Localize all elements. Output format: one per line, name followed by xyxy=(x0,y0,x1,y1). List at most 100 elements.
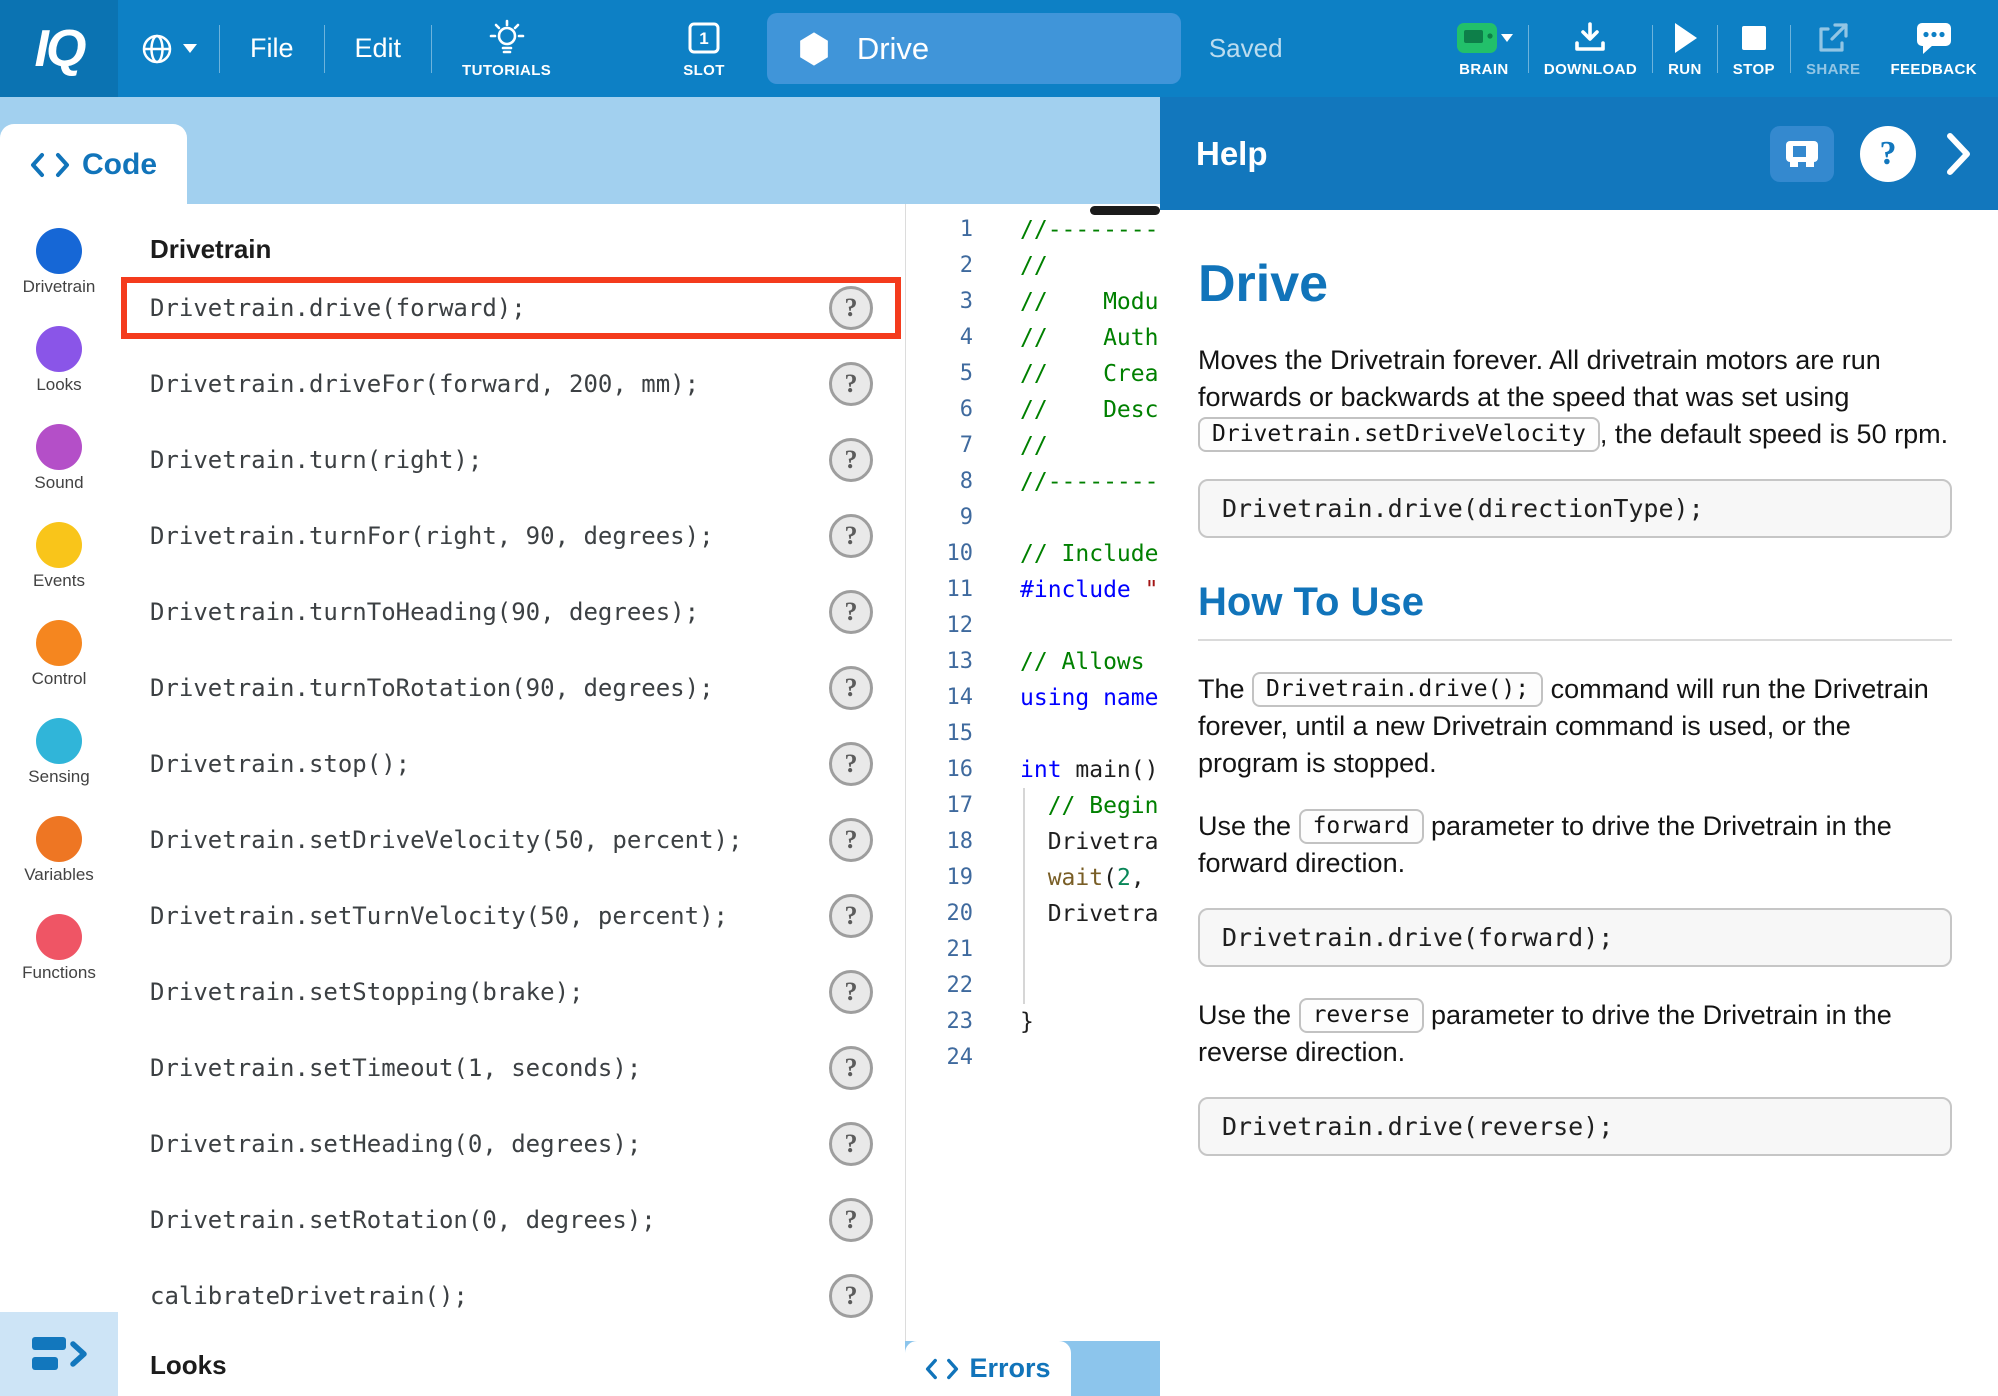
help-intro-paragraph: Moves the Drivetrain forever. All drivet… xyxy=(1198,342,1952,453)
save-status: Saved xyxy=(1209,33,1283,64)
sidebar-item-functions[interactable]: Functions xyxy=(22,914,96,983)
code-line: 4// Auth xyxy=(906,320,1160,356)
code-line: 6// Desc xyxy=(906,392,1160,428)
command-help-button[interactable]: ? xyxy=(829,894,873,938)
command-help-button[interactable]: ? xyxy=(829,742,873,786)
sidebar-item-events[interactable]: Events xyxy=(33,522,85,591)
line-number: 20 xyxy=(906,896,973,932)
brain-info-button[interactable] xyxy=(1770,126,1834,182)
command-row[interactable]: Drivetrain.stop();? xyxy=(118,726,905,802)
code-line-text: using name xyxy=(973,680,1158,716)
code-line: 23} xyxy=(906,1004,1160,1040)
stop-button[interactable]: STOP xyxy=(1718,19,1790,78)
command-row[interactable]: Drivetrain.driveFor(forward, 200, mm);? xyxy=(118,346,905,422)
file-menu[interactable]: File xyxy=(220,33,324,64)
blocks-toggle-button[interactable] xyxy=(0,1312,118,1396)
share-button[interactable]: SHARE xyxy=(1791,19,1876,78)
code-line-text: // Desc xyxy=(973,392,1158,428)
command-help-button[interactable]: ? xyxy=(829,514,873,558)
control-category-icon xyxy=(36,620,82,666)
code-line-text: //------------------------- xyxy=(973,464,1160,500)
doc-title: Drive xyxy=(1198,254,1952,314)
inline-code-chip: forward xyxy=(1299,809,1424,844)
tutorials-button[interactable]: TUTORIALS xyxy=(446,19,567,79)
project-name-button[interactable]: Drive xyxy=(767,13,1181,84)
line-number: 19 xyxy=(906,860,973,896)
help-header: Help ? xyxy=(1160,97,1998,210)
command-label: Drivetrain.turn(right); xyxy=(150,446,482,474)
code-line: 16int main() { xyxy=(906,752,1160,788)
sidebar-item-variables[interactable]: Variables xyxy=(24,816,94,885)
language-menu[interactable] xyxy=(118,32,219,66)
command-help-button[interactable]: ? xyxy=(829,666,873,710)
edit-menu[interactable]: Edit xyxy=(325,33,432,64)
command-row[interactable]: Drivetrain.setStopping(brake);? xyxy=(118,954,905,1030)
command-row[interactable]: Drivetrain.drive(forward);? xyxy=(118,270,905,346)
help-panel-title: Help xyxy=(1196,135,1268,173)
code-line: 19 wait(2, xyxy=(906,860,1160,896)
brain-button[interactable]: BRAIN xyxy=(1440,19,1528,78)
help-question-button[interactable]: ? xyxy=(1860,126,1916,182)
command-row[interactable]: Drivetrain.turn(right);? xyxy=(118,422,905,498)
help-paragraph: Use the reverse parameter to drive the D… xyxy=(1198,997,1952,1071)
horizontal-scrollbar[interactable] xyxy=(1090,206,1160,215)
command-row[interactable]: calibrateDrivetrain();? xyxy=(118,1258,905,1334)
code-example: Drivetrain.drive(forward); xyxy=(1198,908,1952,967)
code-line: 1//------------------------- xyxy=(906,212,1160,248)
category-label: Events xyxy=(33,571,85,591)
lightbulb-icon xyxy=(488,19,526,57)
command-label: Drivetrain.setTimeout(1, seconds); xyxy=(150,1054,641,1082)
command-row[interactable]: Drivetrain.setTimeout(1, seconds);? xyxy=(118,1030,905,1106)
collapse-panel-button[interactable] xyxy=(1946,131,1972,177)
command-help-button[interactable]: ? xyxy=(829,1198,873,1242)
category-list: Drivetrain Looks Sound Events Control Sensing… xyxy=(0,204,118,1012)
line-number: 8 xyxy=(906,464,973,500)
command-help-button[interactable]: ? xyxy=(829,1274,873,1318)
sidebar-item-sensing[interactable]: Sensing xyxy=(28,718,89,787)
command-help-button[interactable]: ? xyxy=(829,1122,873,1166)
command-help-button[interactable]: ? xyxy=(829,362,873,406)
code-line-text: // Crea xyxy=(973,356,1158,392)
command-help-button[interactable]: ? xyxy=(829,1046,873,1090)
tab-code[interactable]: Code xyxy=(0,124,187,205)
command-help-button[interactable]: ? xyxy=(829,286,873,330)
command-help-button[interactable]: ? xyxy=(829,970,873,1014)
command-row[interactable]: Drivetrain.turnToRotation(90, degrees);? xyxy=(118,650,905,726)
command-row[interactable]: Drivetrain.setRotation(0, degrees);? xyxy=(118,1182,905,1258)
command-row[interactable]: Drivetrain.setTurnVelocity(50, percent);… xyxy=(118,878,905,954)
inline-code-chip: Drivetrain.setDriveVelocity xyxy=(1198,417,1600,452)
command-row[interactable]: Drivetrain.setHeading(0, degrees);? xyxy=(118,1106,905,1182)
command-row[interactable]: Drivetrain.turnFor(right, 90, degrees);? xyxy=(118,498,905,574)
sidebar-item-sound[interactable]: Sound xyxy=(34,424,83,493)
code-editor[interactable]: 1//-------------------------2//3// Modu4… xyxy=(905,204,1160,1341)
command-help-button[interactable]: ? xyxy=(829,438,873,482)
sidebar-item-control[interactable]: Control xyxy=(32,620,87,689)
sidebar-item-drivetrain[interactable]: Drivetrain xyxy=(23,228,96,297)
download-button[interactable]: DOWNLOAD xyxy=(1529,19,1652,78)
command-row[interactable]: Drivetrain.turnToHeading(90, degrees);? xyxy=(118,574,905,650)
events-category-icon xyxy=(36,522,82,568)
download-label: DOWNLOAD xyxy=(1544,61,1637,78)
slot-button[interactable]: 1 SLOT xyxy=(667,19,741,79)
tab-errors[interactable]: Errors xyxy=(905,1341,1071,1396)
question-icon: ? xyxy=(1880,135,1897,173)
code-line-text: Drivetrain xyxy=(973,896,1160,932)
feedback-button[interactable]: FEEDBACK xyxy=(1875,19,1992,78)
toolbar: IQ File Edit xyxy=(0,0,1998,97)
code-line-text: // xyxy=(973,248,1048,284)
command-help-button[interactable]: ? xyxy=(829,818,873,862)
drivetrain-category-icon xyxy=(36,228,82,274)
command-row[interactable]: Drivetrain.setDriveVelocity(50, percent)… xyxy=(118,802,905,878)
line-number: 16 xyxy=(906,752,973,788)
code-line-text: // Allows xyxy=(973,644,1158,680)
command-help-button[interactable]: ? xyxy=(829,590,873,634)
text-run: Use the xyxy=(1198,1000,1299,1030)
run-button[interactable]: RUN xyxy=(1653,19,1717,78)
feedback-icon xyxy=(1915,21,1953,55)
stop-icon xyxy=(1739,23,1769,53)
sidebar-item-looks[interactable]: Looks xyxy=(36,326,82,395)
code-line: 7// xyxy=(906,428,1160,464)
code-example: Drivetrain.drive(directionType); xyxy=(1198,479,1952,538)
code-line-text: // Include xyxy=(973,536,1158,572)
inline-code-chip: reverse xyxy=(1299,998,1424,1033)
